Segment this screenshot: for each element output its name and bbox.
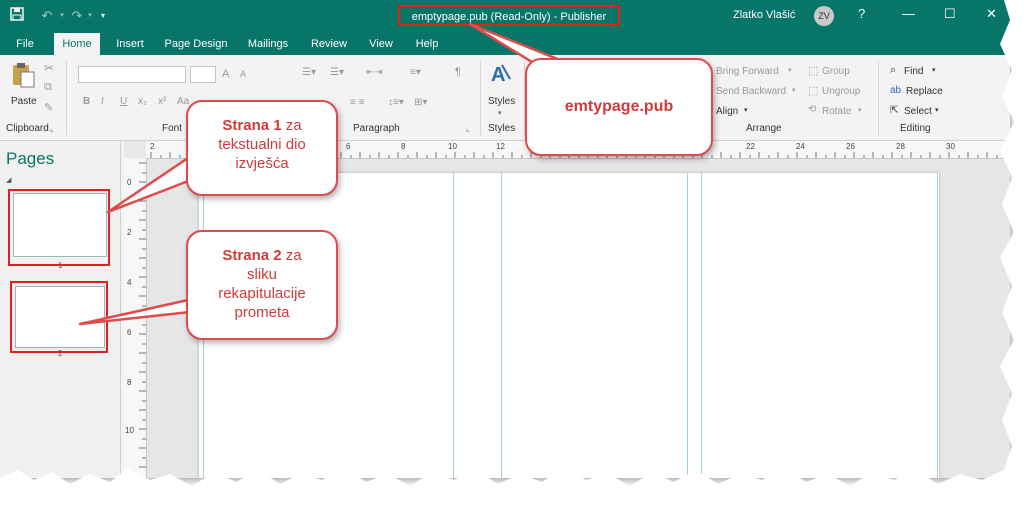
torn-edge-decoration bbox=[0, 0, 1024, 509]
